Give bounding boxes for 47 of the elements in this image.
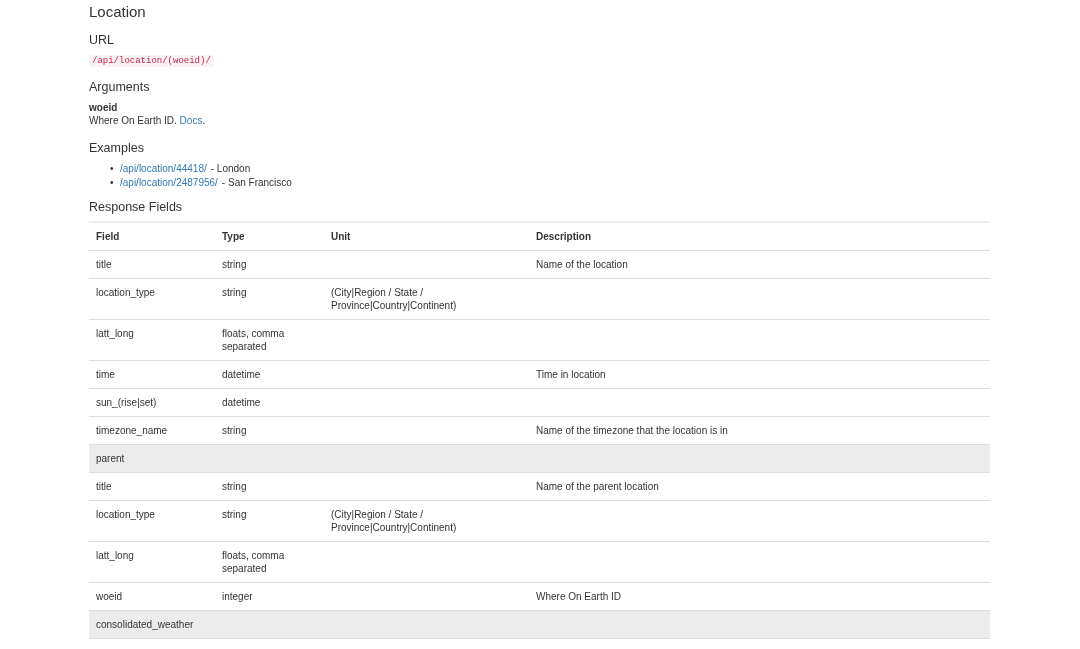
table-cell: title [96, 258, 112, 271]
section-heading: Response Fields [89, 200, 184, 215]
column-header: Field [89, 222, 215, 251]
example-link[interactable]: /api/location/2487956/ [120, 176, 218, 190]
table-cell: Where On Earth ID [536, 590, 622, 603]
table-cell: location_type [96, 286, 155, 299]
table-cell: string [222, 424, 247, 437]
table-cell: title [96, 480, 112, 493]
table-cell: datetime [222, 368, 261, 381]
argument-description: Where On Earth ID. Docs. [89, 114, 207, 127]
column-header: Type [215, 222, 324, 251]
table-cell: string [222, 480, 247, 493]
group-name: consolidated_weather [96, 618, 194, 631]
table-cell: Name of the location [536, 258, 628, 271]
table-cell: woeid [96, 590, 123, 603]
section-heading: URL [89, 33, 115, 48]
argument-name: woeid [89, 101, 119, 114]
column-header: Unit [324, 222, 529, 251]
table-cell: string [222, 508, 247, 521]
url-code: /api/location/(woeid)/ [89, 55, 214, 67]
column-header: Description [529, 222, 990, 251]
table-cell: Time in location [536, 368, 606, 381]
table-cell-text: (City|Region / State / Province|Country|Continent) [331, 508, 458, 534]
table-cell-text: floats, comma separated [222, 549, 286, 575]
table-cell-text: floats, comma separated [222, 327, 286, 353]
table-cell: latt_long [96, 549, 134, 562]
bullet: • [110, 162, 115, 176]
table-cell: timezone_name [96, 424, 168, 437]
section-heading: Examples [89, 141, 145, 156]
table-cell: Name of the timezone that the location is in [536, 424, 728, 437]
example-description: - London [210, 162, 251, 176]
table-cell: string [222, 258, 247, 271]
table-cell: integer [222, 590, 253, 603]
bullet: • [110, 176, 115, 190]
table-cell: latt_long [96, 327, 134, 340]
table-cell: Name of the parent location [536, 480, 659, 493]
table-cell: datetime [222, 396, 261, 409]
example-link[interactable]: /api/location/44418/ [120, 162, 207, 176]
page-title: Location [89, 3, 147, 21]
section-heading: Arguments [89, 80, 151, 95]
table-cell: time [96, 368, 115, 381]
table-cell: sun_(rise|set) [96, 396, 157, 409]
table-cell: location_type [96, 508, 155, 521]
table-cell-text: (City|Region / State / Province|Country|Continent) [331, 286, 458, 312]
group-name: parent [96, 452, 125, 465]
table-cell: string [222, 286, 247, 299]
example-description: - San Francisco [221, 176, 292, 190]
